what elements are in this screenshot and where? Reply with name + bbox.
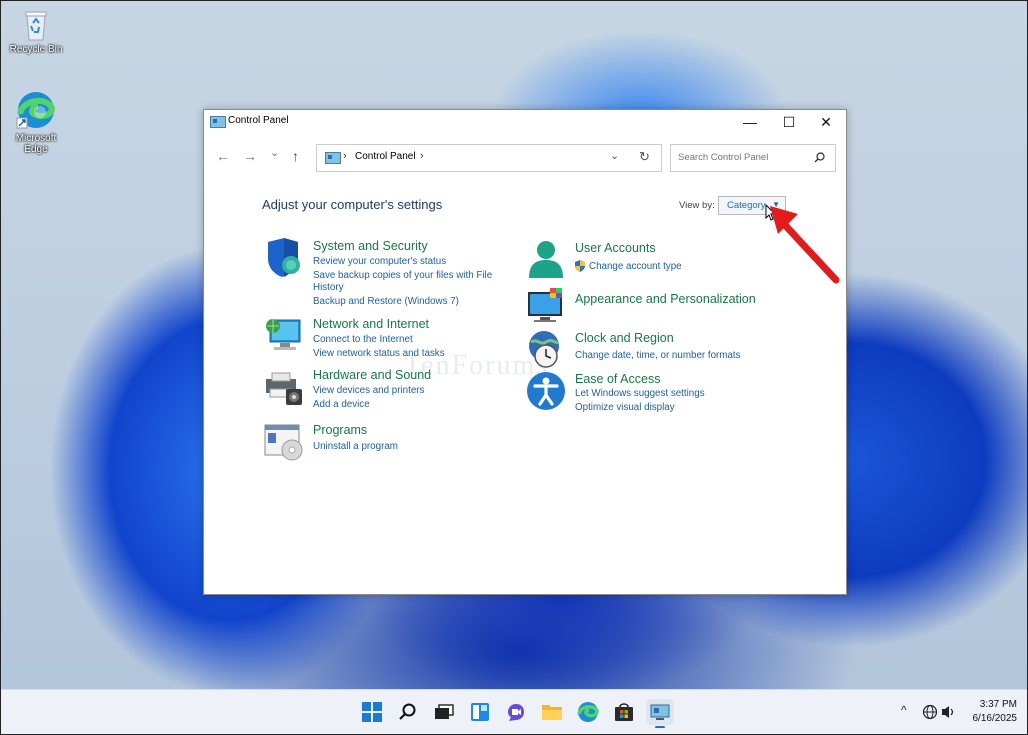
forward-button[interactable]: →: [243, 148, 257, 164]
uac-shield-icon: [575, 260, 585, 272]
control-panel-window: Control Panel — ☐ ✕ ← → ⌄ ↑ › Control Pa…: [203, 109, 847, 595]
edge-label: Microsoft Edge: [15, 133, 57, 155]
annotation-arrow: [770, 206, 840, 284]
optimize-display-link[interactable]: Optimize visual display: [575, 402, 675, 413]
edge-taskbar-button[interactable]: [575, 699, 601, 725]
active-indicator: [655, 726, 665, 728]
refresh-button[interactable]: ↻: [639, 149, 650, 165]
chat-icon: [508, 704, 524, 721]
address-dropdown-button[interactable]: ⌄: [610, 149, 619, 162]
start-button[interactable]: [359, 699, 385, 725]
breadcrumb-separator[interactable]: ›: [420, 150, 424, 162]
clock-date: 6/16/2025: [972, 713, 1018, 724]
hardware-sound-title[interactable]: Hardware and Sound: [313, 368, 431, 382]
search-icon[interactable]: [814, 152, 825, 163]
search-box[interactable]: [670, 144, 836, 172]
control-panel-icon: [325, 152, 341, 164]
up-button[interactable]: ↑: [292, 148, 299, 164]
store-icon: [615, 703, 633, 721]
windows-logo-icon: [362, 702, 382, 722]
minimize-button[interactable]: —: [731, 110, 769, 134]
network-status-link[interactable]: View network status and tasks: [313, 348, 445, 359]
accessibility-icon[interactable]: [526, 371, 566, 411]
volume-icon[interactable]: [941, 704, 955, 720]
date-time-formats-link[interactable]: Change date, time, or number formats: [575, 350, 741, 361]
change-account-type-link[interactable]: Change account type: [589, 261, 682, 272]
taskbar: ^ 3:37 PM 6/16/2025: [1, 689, 1027, 735]
control-panel-taskbar-button[interactable]: [646, 699, 674, 728]
add-device-link[interactable]: Add a device: [313, 399, 370, 410]
widgets-button[interactable]: [467, 699, 493, 725]
breadcrumb-control-panel[interactable]: Control Panel: [355, 151, 416, 162]
file-history-link[interactable]: Save backup copies of your files with Fi…: [313, 270, 492, 281]
clock-globe-icon[interactable]: [526, 330, 566, 370]
breadcrumb-separator: ›: [343, 150, 347, 162]
backup-restore-link[interactable]: Backup and Restore (Windows 7): [313, 296, 459, 307]
connect-internet-link[interactable]: Connect to the Internet: [313, 334, 413, 345]
printer-icon[interactable]: [264, 367, 304, 407]
programs-title[interactable]: Programs: [313, 423, 367, 437]
clock-time: 3:37 PM: [979, 699, 1017, 710]
widgets-icon: [471, 703, 489, 721]
user-icon[interactable]: [526, 240, 566, 280]
control-panel-icon: [210, 116, 226, 128]
recycle-bin-shortcut[interactable]: Recycle Bin: [8, 9, 64, 55]
page-heading: Adjust your computer's settings: [262, 197, 443, 212]
show-hidden-icons-button[interactable]: ^: [901, 703, 907, 717]
microsoft-edge-shortcut[interactable]: Microsoft Edge: [8, 90, 64, 155]
programs-icon[interactable]: [264, 422, 304, 462]
edge-icon: [577, 702, 599, 722]
address-row: ← → ⌄ ↑ › Control Panel › ⌄ ↻: [204, 144, 846, 172]
title-bar[interactable]: Control Panel — ☐ ✕: [204, 110, 846, 134]
close-button[interactable]: ✕: [807, 110, 845, 134]
window-title: Control Panel: [228, 115, 289, 126]
file-history-link-cont[interactable]: History: [313, 282, 343, 293]
recycle-bin-icon: [22, 9, 50, 41]
devices-printers-link[interactable]: View devices and printers: [313, 385, 424, 396]
system-security-title[interactable]: System and Security: [313, 239, 428, 253]
task-view-button[interactable]: [431, 699, 457, 725]
chat-button[interactable]: [503, 699, 529, 725]
control-panel-icon: [650, 704, 670, 720]
edge-icon: [16, 90, 56, 130]
shield-icon[interactable]: [264, 238, 304, 278]
clock[interactable]: 3:37 PM 6/16/2025: [959, 698, 1018, 726]
clock-region-title[interactable]: Clock and Region: [575, 331, 674, 345]
search-taskbar-button[interactable]: [395, 699, 421, 725]
network-icon[interactable]: [264, 316, 304, 356]
ease-of-access-title[interactable]: Ease of Access: [575, 372, 660, 386]
uninstall-program-link[interactable]: Uninstall a program: [313, 441, 398, 452]
recent-locations-button[interactable]: ⌄: [270, 146, 279, 159]
recycle-bin-label: Recycle Bin: [9, 44, 63, 55]
search-input[interactable]: [671, 145, 808, 169]
back-button[interactable]: ←: [216, 148, 230, 164]
file-explorer-button[interactable]: [539, 699, 565, 725]
view-by-value: Category: [727, 200, 766, 211]
task-view-icon: [435, 704, 454, 719]
appearance-personalization-title[interactable]: Appearance and Personalization: [575, 292, 756, 306]
folder-icon: [542, 705, 562, 720]
review-computer-status-link[interactable]: Review your computer's status: [313, 256, 446, 267]
suggest-settings-link[interactable]: Let Windows suggest settings: [575, 388, 705, 399]
maximize-button[interactable]: ☐: [770, 110, 808, 134]
network-internet-title[interactable]: Network and Internet: [313, 317, 429, 331]
search-icon: [399, 703, 416, 720]
appearance-icon[interactable]: [526, 286, 566, 326]
network-globe-icon[interactable]: [922, 704, 938, 720]
address-bar[interactable]: › Control Panel › ⌄ ↻: [316, 144, 662, 172]
store-button[interactable]: [611, 699, 637, 725]
view-by-label: View by:: [679, 200, 715, 211]
user-accounts-title[interactable]: User Accounts: [575, 241, 656, 255]
